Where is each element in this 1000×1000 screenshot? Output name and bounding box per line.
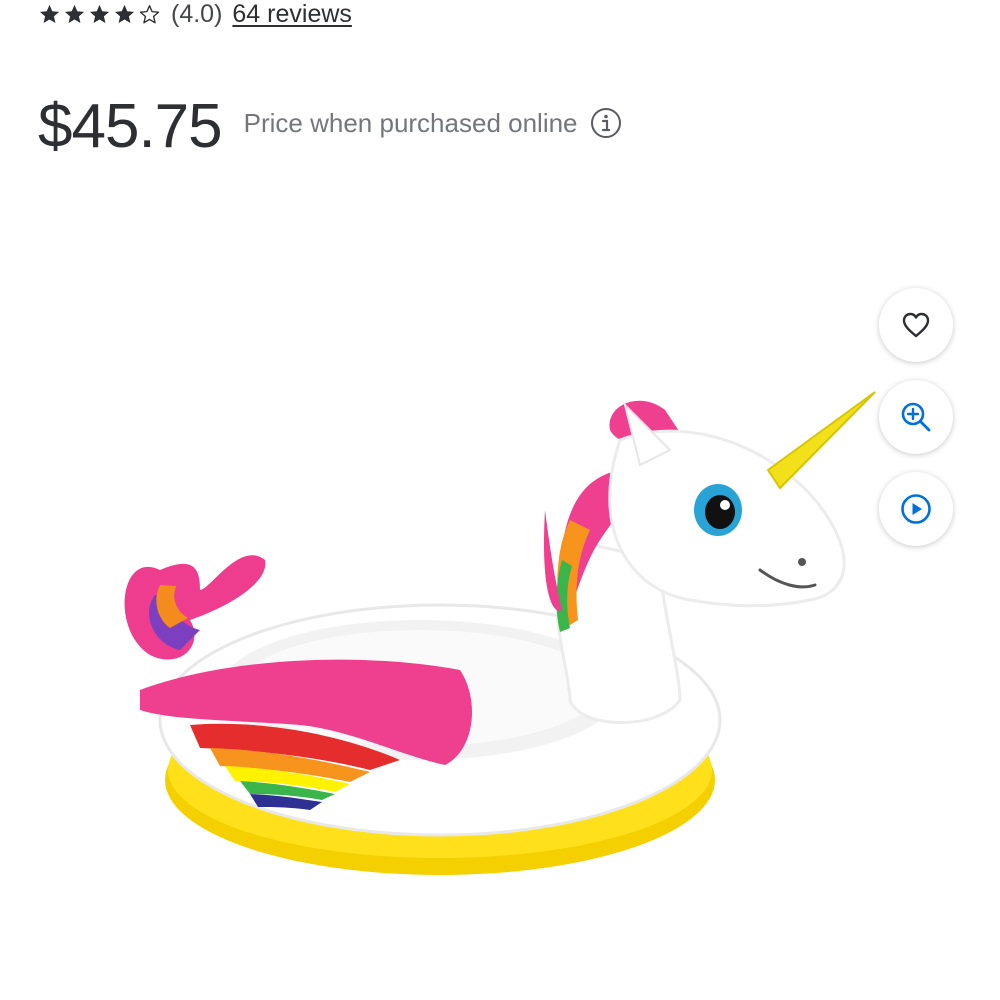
star-filled-icon: [64, 4, 85, 23]
star-filled-icon: [89, 4, 110, 23]
play-icon: [901, 494, 931, 524]
star-filled-icon: [114, 4, 135, 23]
favorite-button[interactable]: [879, 288, 953, 362]
star-filled-icon: [39, 4, 60, 23]
price-note-text: Price when purchased online: [243, 107, 578, 138]
price: $45.75: [38, 92, 223, 161]
reviews-link[interactable]: 64 reviews: [232, 0, 352, 29]
star-empty-icon: [139, 4, 160, 23]
zoom-button[interactable]: [879, 380, 953, 454]
price-row: $45.75 Price when purchased online: [38, 92, 622, 162]
heart-icon: [902, 312, 930, 338]
rating-row: (4.0) 64 reviews: [38, 0, 352, 28]
star-rating: [38, 3, 161, 26]
info-icon[interactable]: [590, 107, 622, 139]
play-video-button[interactable]: [879, 472, 953, 546]
price-note: Price when purchased online: [244, 107, 622, 139]
product-image[interactable]: [100, 370, 900, 910]
image-actions: [879, 288, 953, 546]
zoom-in-icon: [901, 402, 931, 432]
rating-value: (4.0): [171, 0, 223, 28]
